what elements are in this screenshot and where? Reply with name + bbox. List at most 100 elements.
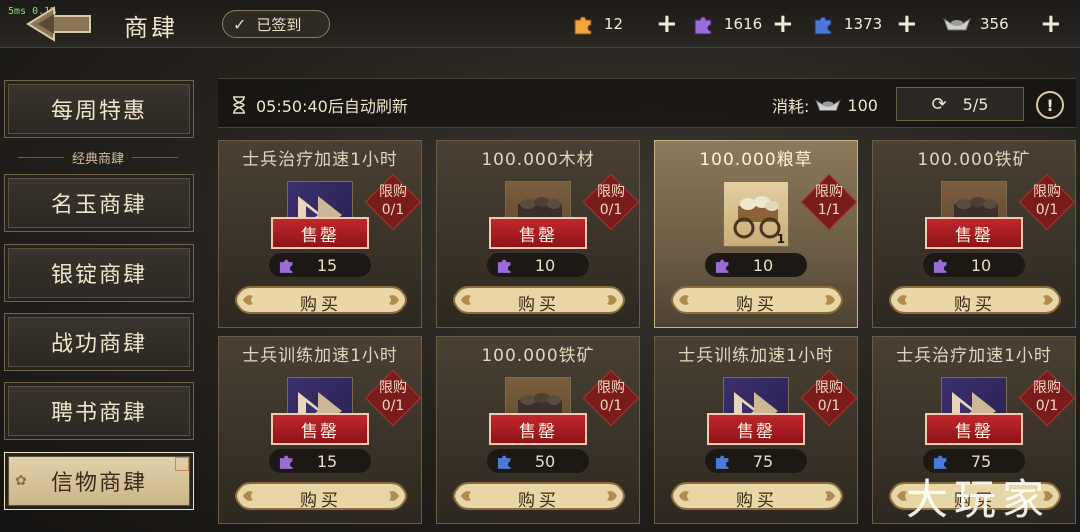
- sidebar-item-token-shop[interactable]: ✿ 信物商肆: [4, 452, 194, 510]
- resource-silver-ingot: 356: [942, 10, 1009, 38]
- page-title: 商肆: [124, 14, 178, 42]
- sidebar-item-label: 银锭商肆: [50, 263, 147, 288]
- shop-card[interactable]: 100.000铁矿限购 0/1 售罄 50 购买: [436, 336, 640, 524]
- hourglass-icon: [233, 96, 245, 114]
- limit-value: 0/1: [817, 398, 841, 414]
- limit-value: 0/1: [381, 398, 405, 414]
- sold-out-banner: 售罄: [271, 217, 369, 249]
- price-tag: 10: [705, 253, 807, 277]
- sidebar-item-jade-shop[interactable]: 名玉商肆: [4, 174, 194, 232]
- purchase-limit-badge: 限购 0/1: [800, 369, 858, 433]
- sidebar-item-merit-shop[interactable]: 战功商肆: [4, 313, 194, 371]
- purple-puzzle-icon: [715, 258, 730, 274]
- price-tag: 75: [705, 449, 807, 473]
- item-quantity: 1: [776, 232, 785, 246]
- resource-value: 356: [980, 15, 1009, 33]
- signin-label: 已签到: [256, 15, 302, 34]
- limit-value: 0/1: [1035, 398, 1059, 414]
- signin-badge[interactable]: ✓ 已签到: [222, 10, 330, 38]
- resource-value: 1373: [844, 15, 883, 33]
- limit-label: 限购: [815, 184, 843, 200]
- buy-label: 购买: [954, 295, 996, 315]
- refresh-button[interactable]: ⟳ 5/5: [896, 87, 1024, 121]
- refresh-icon: ⟳: [931, 93, 947, 115]
- card-title: 士兵治疗加速1小时: [242, 150, 398, 170]
- card-title: 100.000铁矿: [917, 150, 1031, 170]
- shop-card[interactable]: 100.000粮草 1 限购 1/1 10 购买: [654, 140, 858, 328]
- shop-card[interactable]: 100.000木材 限购 0/1 售罄 10 购买: [436, 140, 640, 328]
- sidebar-item-label: 聘书商肆: [50, 401, 147, 426]
- limit-label: 限购: [815, 380, 843, 396]
- add-orange-button[interactable]: +: [656, 10, 680, 38]
- back-arrow-icon[interactable]: [24, 4, 96, 44]
- limit-value: 0/1: [599, 398, 623, 414]
- add-silver-button[interactable]: +: [1040, 10, 1064, 38]
- price-value: 10: [970, 255, 992, 275]
- sidebar-item-label: 信物商肆: [50, 471, 147, 496]
- check-icon: ✓: [233, 14, 247, 34]
- purchase-limit-badge: 限购 0/1: [582, 369, 640, 433]
- buy-label: 购买: [736, 491, 778, 511]
- shop-card[interactable]: 士兵训练加速1小时限购 0/1 售罄 75 购买: [654, 336, 858, 524]
- shop-card[interactable]: 士兵治疗加速1小时 限购 0/1 售罄 15 购买: [218, 140, 422, 328]
- buy-label: 购买: [300, 491, 342, 511]
- resource-value: 12: [604, 15, 624, 33]
- resource-orange-puzzle: 12: [572, 10, 623, 38]
- buy-button[interactable]: 购买: [451, 283, 627, 317]
- card-title: 100.000木材: [481, 150, 595, 170]
- sold-out-banner: 售罄: [925, 217, 1023, 249]
- card-title: 士兵训练加速1小时: [678, 346, 834, 366]
- shop-card[interactable]: 100.000铁矿限购 0/1 售罄 10 购买: [872, 140, 1076, 328]
- refresh-timer: 05:50:40后自动刷新: [232, 93, 408, 117]
- limit-label: 限购: [379, 380, 407, 396]
- purchase-limit-badge: 限购 0/1: [364, 173, 422, 237]
- price-tag: 50: [487, 449, 589, 473]
- blue-puzzle-icon: [715, 454, 730, 470]
- help-icon: !: [1046, 95, 1054, 115]
- flower-icon: ✿: [15, 473, 29, 489]
- sidebar-item-recruit-shop[interactable]: 聘书商肆: [4, 382, 194, 440]
- buy-button[interactable]: 购买: [887, 283, 1063, 317]
- card-title: 100.000铁矿: [481, 346, 595, 366]
- add-purple-button[interactable]: +: [772, 10, 796, 38]
- buy-button[interactable]: 购买: [669, 479, 845, 513]
- price-value: 50: [534, 451, 556, 471]
- price-tag: 10: [487, 253, 589, 277]
- price-value: 75: [752, 451, 774, 471]
- purchase-limit-badge: 限购 0/1: [364, 369, 422, 433]
- cost-value: 100: [847, 95, 878, 115]
- limit-value: 1/1: [817, 202, 841, 218]
- buy-button[interactable]: 购买: [233, 283, 409, 317]
- refresh-count: 5/5: [962, 94, 989, 114]
- purchase-limit-badge: 限购 1/1: [800, 173, 858, 237]
- sidebar-item-silver-shop[interactable]: 银锭商肆: [4, 244, 194, 302]
- limit-label: 限购: [1033, 184, 1061, 200]
- purchase-limit-badge: 限购 0/1: [1018, 173, 1076, 237]
- item-image[interactable]: 1: [723, 181, 789, 247]
- purchase-limit-badge: 限购 0/1: [582, 173, 640, 237]
- buy-button[interactable]: 购买: [669, 283, 845, 317]
- refresh-cost: 消耗: 100: [772, 93, 878, 117]
- buy-button[interactable]: 购买: [233, 479, 409, 513]
- purchase-limit-badge: 限购 0/1: [1018, 369, 1076, 433]
- limit-value: 0/1: [599, 202, 623, 218]
- add-blue-button[interactable]: +: [896, 10, 920, 38]
- buy-button[interactable]: 购买: [451, 479, 627, 513]
- price-value: 10: [752, 255, 774, 275]
- resource-purple-puzzle: 1616: [692, 10, 762, 38]
- buy-label: 购买: [518, 295, 560, 315]
- limit-label: 限购: [379, 184, 407, 200]
- sold-out-banner: 售罄: [707, 413, 805, 445]
- sidebar-item-weekly-deals[interactable]: 每周特惠: [4, 80, 194, 138]
- help-button[interactable]: !: [1036, 91, 1064, 119]
- resource-blue-puzzle: 1373: [812, 10, 882, 38]
- seal-icon: [175, 457, 189, 471]
- card-title: 100.000粮草: [699, 150, 813, 170]
- purple-puzzle-icon: [933, 258, 948, 274]
- shop-card[interactable]: 士兵训练加速1小时 限购 0/1 售罄 15 购买: [218, 336, 422, 524]
- silver-ingot-icon: [943, 17, 971, 31]
- buy-label: 购买: [300, 295, 342, 315]
- cost-label: 消耗:: [772, 97, 810, 116]
- sold-out-banner: 售罄: [489, 413, 587, 445]
- purple-puzzle-icon: [279, 454, 294, 470]
